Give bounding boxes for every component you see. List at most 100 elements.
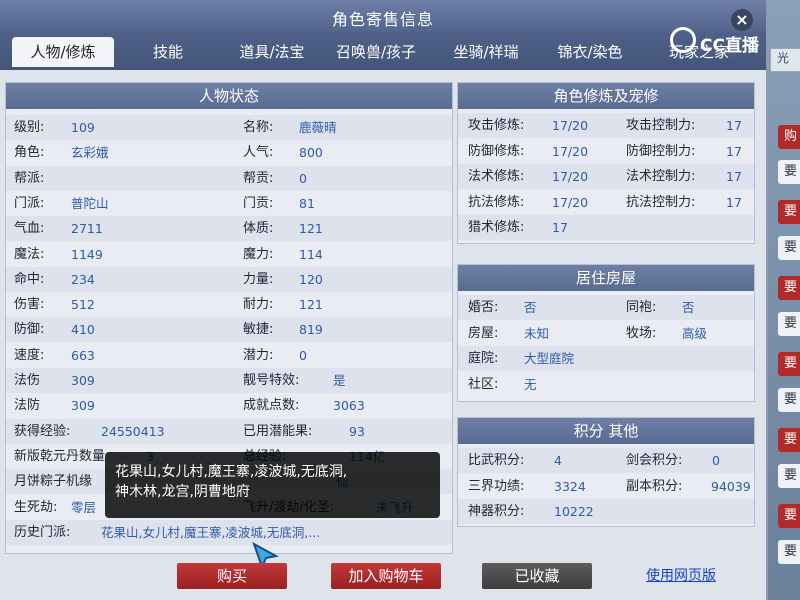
tab-mounts[interactable]: 坐骑/祥瑞 — [436, 37, 536, 67]
status-value: 121 — [299, 221, 323, 237]
cultivation-title: 角色修炼及宠修 — [458, 83, 754, 109]
status-value: 93 — [349, 423, 365, 439]
status-value: 0 — [299, 170, 307, 186]
field-label: 法术控制力: — [626, 169, 696, 184]
house-row: 婚否: 否 同袍: 否 — [458, 295, 754, 320]
field-value: 0 — [712, 453, 720, 468]
status-value: 零层 — [71, 499, 97, 515]
field-label: 抗法控制力: — [626, 194, 696, 210]
status-label: 体质: — [243, 221, 274, 237]
status-value: 121 — [299, 297, 323, 313]
cultivation-panel: 角色修炼及宠修 攻击修炼: 17/20 攻击控制力: 17 防御修炼: 17/20 防御控制… — [457, 82, 755, 244]
status-row: 速度: 663 潜力: 0 — [6, 342, 452, 368]
background-button: 要 — [778, 540, 800, 564]
field-value: 3324 — [554, 478, 586, 494]
tab-pets[interactable]: 召唤兽/孩子 — [326, 37, 426, 67]
status-label: 名称: — [243, 120, 274, 135]
tab-items[interactable]: 道具/法宝 — [222, 37, 322, 67]
status-value: 819 — [299, 322, 323, 338]
field-label: 神器积分: — [468, 504, 525, 519]
status-label: 人气: — [243, 145, 274, 161]
field-value: 17/20 — [552, 194, 589, 210]
character-status-title: 人物状态 — [6, 83, 452, 109]
history-sect-value[interactable]: 花果山,女儿村,魔王寨,凌波城,无底洞,... — [101, 520, 320, 545]
web-version-link[interactable]: 使用网页版 — [646, 565, 716, 585]
tab-outfits[interactable]: 锦衣/染色 — [540, 37, 640, 67]
status-value: 普陀山 — [71, 195, 109, 211]
background-button: 要 — [778, 464, 800, 488]
field-value: 17/20 — [552, 143, 589, 159]
field-value: 否 — [682, 300, 695, 315]
points-row: 神器积分: 10222 — [458, 499, 754, 524]
field-value: 大型庭院 — [524, 351, 575, 366]
cultivation-row: 猎术修炼: 17 — [458, 215, 754, 240]
field-value: 17/20 — [552, 118, 589, 133]
field-label: 攻击修炼: — [468, 118, 525, 133]
points-row: 三界功绩: 3324 副本积分: 94039 — [458, 473, 754, 499]
status-value: 234 — [71, 271, 95, 287]
field-label: 庭院: — [468, 351, 499, 366]
buy-button[interactable]: 购买 — [177, 563, 287, 589]
points-row: 比武积分: 4 剑会积分: 0 — [458, 448, 754, 473]
tooltip-line: 神木林,龙宫,阴曹地府 — [115, 484, 250, 500]
status-label: 门贡: — [243, 195, 274, 211]
tab-skills[interactable]: 技能 — [128, 37, 208, 67]
field-value: 未知 — [524, 325, 550, 341]
field-label: 猎术修炼: — [468, 220, 525, 235]
tab-character[interactable]: 人物/修炼 — [12, 37, 114, 67]
field-value: 17 — [726, 169, 742, 184]
history-sect-row[interactable]: 历史门派: 花果山,女儿村,魔王寨,凌波城,无底洞,... — [6, 519, 452, 545]
status-row: 帮派: 帮贡: 0 — [6, 165, 452, 191]
status-row: 命中: 234 力量: 120 — [6, 266, 452, 292]
tab-bar: 人物/修炼 技能 道具/法宝 召唤兽/孩子 坐骑/祥瑞 锦衣/染色 玩家之家 — [0, 32, 766, 70]
house-row: 社区: 无 — [458, 371, 754, 397]
background-button: 要 — [778, 504, 800, 528]
field-value: 高级 — [682, 325, 708, 341]
status-label: 魔力: — [243, 246, 274, 262]
tooltip-line: 花果山,女儿村,魔王寨,凌波城,无底洞, — [115, 464, 348, 480]
status-value: 109 — [71, 120, 95, 135]
house-row: 庭院: 大型庭院 — [458, 346, 754, 371]
background-button: 要 — [778, 276, 800, 300]
status-label: 潜力: — [243, 347, 274, 363]
status-label: 靓号特效: — [243, 373, 300, 388]
cc-live-watermark: CC直播 — [700, 36, 759, 56]
background-button: 要 — [778, 200, 800, 224]
background-button: 要 — [778, 312, 800, 336]
status-value: 玄彩娥 — [71, 145, 109, 161]
house-panel: 居住房屋 婚否: 否 同袍: 否房屋: 未知 牧场: 高级 庭院: 大型庭院 社区: 无 — [457, 264, 755, 402]
status-label: 已用潜能果: — [243, 423, 313, 439]
favorited-button[interactable]: 已收藏 — [482, 563, 592, 589]
status-row: 气血: 2711 体质: 121 — [6, 216, 452, 242]
background-button: 购 — [778, 125, 800, 149]
field-label: 房屋: — [468, 325, 499, 341]
cultivation-row: 抗法修炼: 17/20 抗法控制力: 17 — [458, 189, 754, 215]
history-sect-label: 历史门派: — [14, 524, 71, 540]
status-label: 新版乾元丹数量 — [14, 448, 106, 464]
status-row: 法伤 309 靓号特效: 是 — [6, 368, 452, 393]
status-label: 防御: — [14, 322, 45, 338]
title-bar: 角色寄售信息 × — [0, 0, 766, 32]
status-value: 309 — [71, 398, 95, 414]
status-row: 角色: 玄彩娥 人气: 800 — [6, 140, 452, 166]
status-value: 120 — [299, 271, 323, 287]
status-label: 角色: — [14, 145, 45, 161]
cultivation-row: 攻击修炼: 17/20 攻击控制力: 17 — [458, 113, 754, 138]
field-value: 否 — [524, 300, 537, 315]
status-value: 3063 — [333, 398, 365, 414]
background-button: 要 — [778, 352, 800, 376]
status-value: 2711 — [71, 221, 103, 237]
field-label: 剑会积分: — [626, 453, 683, 468]
house-title: 居住房屋 — [458, 265, 754, 291]
field-label: 牧场: — [626, 325, 657, 341]
status-label: 命中: — [14, 271, 45, 287]
field-value: 17 — [552, 220, 568, 235]
field-value: 17 — [726, 118, 742, 133]
status-label: 生死劫: — [14, 499, 58, 515]
status-row: 获得经验: 24550413 已用潜能果: 93 — [6, 418, 452, 444]
status-label: 法伤 — [14, 373, 41, 388]
add-to-cart-button[interactable]: 加入购物车 — [331, 563, 441, 589]
field-label: 同袍: — [626, 300, 657, 315]
close-icon[interactable]: × — [731, 9, 753, 31]
status-label: 级别: — [14, 120, 45, 135]
